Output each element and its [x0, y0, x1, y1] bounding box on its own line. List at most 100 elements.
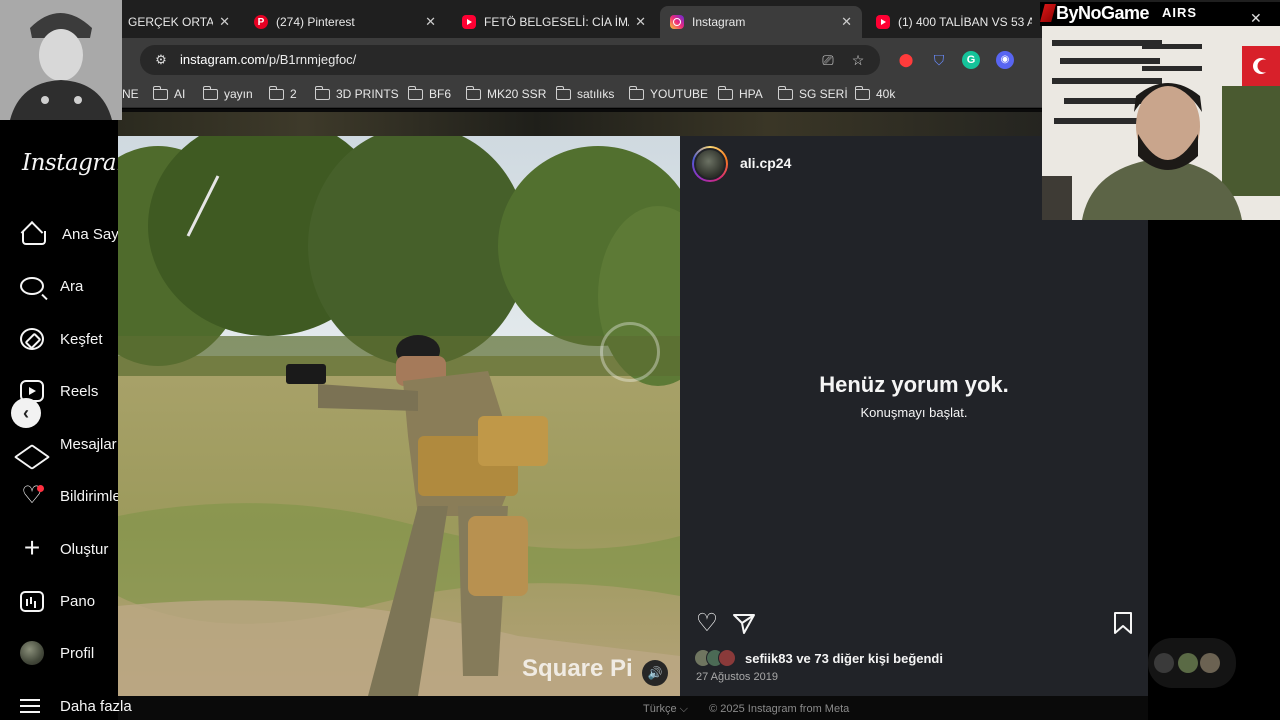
webcam-overlay: [1042, 26, 1280, 220]
bookmark-label: 3D PRINTS: [336, 87, 399, 101]
tab-close-icon[interactable]: ✕: [219, 14, 230, 30]
loading-spinner: [600, 322, 660, 382]
grammarly-icon[interactable]: G: [962, 51, 980, 69]
url-host: instagram.com: [180, 52, 266, 67]
folder-icon: [202, 85, 218, 100]
youtube-icon: [876, 15, 890, 29]
previous-post-button[interactable]: ‹: [11, 398, 41, 428]
suggested-avatars[interactable]: [1148, 638, 1236, 688]
nav-label: Oluştur: [60, 540, 109, 558]
url-path: /p/B1rnmjegfoc/: [265, 52, 357, 67]
url-text[interactable]: instagram.com/p/B1rnmjegfoc/: [180, 52, 356, 67]
tab-label: (1) 400 TALİBAN VS 53 ABD: [898, 15, 1032, 29]
install-app-icon[interactable]: ⎚: [818, 50, 838, 70]
plus-icon: +: [23, 532, 41, 563]
start-conversation-text: Konuşmayı başlat.: [860, 405, 968, 420]
nav-label: Mesajlar: [60, 435, 117, 453]
bookmark-folder[interactable]: BF6: [407, 85, 452, 102]
likes-summary[interactable]: sefiik83 ve 73 diğer kişi beğendi: [745, 651, 943, 666]
bookmark-folder[interactable]: yayın: [202, 85, 253, 102]
portrait-image: [0, 0, 122, 120]
folder-icon: [314, 85, 330, 100]
background-video-strip: [118, 112, 1048, 136]
sponsor-name: AIRS: [1162, 5, 1198, 20]
bookmark-folder[interactable]: 3D PRINTS: [314, 85, 399, 102]
tab-label: (274) Pinterest: [276, 15, 355, 29]
bookmark-label: satılıks: [577, 87, 615, 101]
share-button[interactable]: [732, 611, 756, 635]
bookmark-label: BF6: [429, 87, 452, 101]
nav-label: Keşfet: [60, 330, 103, 348]
language-selector[interactable]: Türkçe ⌵: [643, 703, 688, 715]
tab-close-icon[interactable]: ✕: [425, 14, 436, 30]
tab-label: Instagram: [692, 15, 746, 29]
bookmark-item[interactable]: NE: [122, 86, 139, 102]
nav-label: Ara: [60, 277, 84, 295]
folder-icon: [555, 85, 571, 100]
mute-button[interactable]: 🔊: [642, 660, 668, 686]
liker-avatars[interactable]: [694, 649, 738, 667]
avatar-icon: [20, 641, 44, 665]
nav-label: Pano: [60, 592, 96, 610]
bookmark-folder[interactable]: SG SERİ: [777, 85, 848, 102]
post-date: 27 Ağustos 2019: [696, 671, 778, 683]
tab-taliban[interactable]: (1) 400 TALİBAN VS 53 ABD: [866, 6, 1042, 38]
bookmark-folder[interactable]: 2: [268, 85, 297, 102]
avatar: [1154, 653, 1174, 673]
like-button[interactable]: ♡: [694, 610, 720, 636]
bookmark-star-icon[interactable]: ☆: [848, 50, 868, 70]
folder-icon: [465, 85, 481, 100]
tab-close-icon[interactable]: ✕: [841, 14, 852, 30]
bookmark-label: NE: [122, 87, 139, 101]
discord-icon[interactable]: ◉: [996, 51, 1014, 69]
chart-icon: [20, 590, 44, 612]
window-close-icon[interactable]: ✕: [1250, 10, 1262, 27]
bookmark-label: AI: [174, 87, 186, 101]
bookmark-label: yayın: [224, 87, 253, 101]
copyright-text: © 2025 Instagram from Meta: [709, 703, 850, 715]
tab-pinterest[interactable]: P (274) Pinterest ✕: [244, 6, 446, 38]
nav-label: Bildirimler: [60, 487, 126, 505]
folder-icon: [268, 85, 284, 100]
video-watermark: Square Pi: [522, 655, 633, 682]
extension-red-icon[interactable]: ⬤: [896, 50, 916, 70]
video-frame: [118, 136, 680, 696]
page-footer: Türkçe ⌵ © 2025 Instagram from Meta: [643, 703, 867, 716]
bookmark-folder[interactable]: MK20 SSR: [465, 85, 546, 102]
folder-icon: [854, 85, 870, 100]
tab-gercek-ortaya[interactable]: GERÇEK ORTAYA ✕: [118, 6, 240, 38]
bookmark-folder[interactable]: satılıks: [555, 85, 615, 102]
nav-label: Reels: [60, 382, 99, 400]
tab-close-icon[interactable]: ✕: [635, 14, 646, 30]
youtube-icon: [462, 15, 476, 29]
tab-label: FETÖ BELGESELİ: CİA İMAMI: [484, 15, 629, 29]
webcam-feed: [1042, 26, 1280, 220]
post-video[interactable]: Square Pi: [118, 136, 680, 696]
extension-shield-icon[interactable]: ⛉: [929, 50, 949, 70]
avatar: [718, 649, 736, 667]
author-avatar[interactable]: [692, 146, 728, 182]
site-info-icon[interactable]: ⚙: [152, 51, 170, 69]
folder-icon: [717, 85, 733, 100]
bookmark-folder[interactable]: YOUTUBE: [628, 85, 708, 102]
bookmark-label: SG SERİ: [799, 87, 848, 101]
bookmark-folder[interactable]: HPA: [717, 85, 763, 102]
bookmark-folder[interactable]: 40k: [854, 85, 895, 102]
tab-instagram[interactable]: Instagram ✕: [660, 6, 862, 38]
folder-icon: [777, 85, 793, 100]
bookmark-folder[interactable]: AI: [152, 85, 186, 102]
nav-label: Profil: [60, 644, 95, 662]
avatar: [1200, 653, 1220, 673]
avatar: [1178, 653, 1198, 673]
compass-icon: [20, 328, 44, 350]
bookmark-label: HPA: [739, 87, 763, 101]
bookmark-icon: [1114, 612, 1132, 634]
author-username[interactable]: ali.cp24: [740, 155, 791, 171]
tab-feto-belgeseli[interactable]: FETÖ BELGESELİ: CİA İMAMI ✕: [452, 6, 656, 38]
brand-name: ByNoGame: [1056, 3, 1150, 23]
send-icon: [733, 614, 755, 634]
tab-label: GERÇEK ORTAYA: [128, 15, 214, 29]
pinterest-icon: P: [254, 15, 268, 29]
save-button[interactable]: [1112, 611, 1134, 635]
nav-label: Daha fazla: [60, 697, 132, 715]
